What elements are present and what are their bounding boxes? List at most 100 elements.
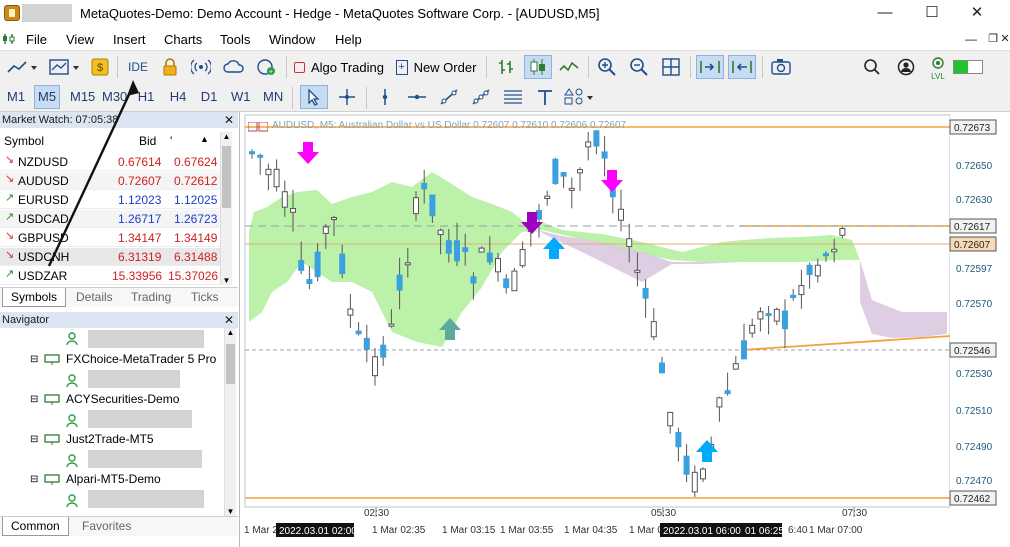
timeframe-d1[interactable]: D1 — [197, 85, 221, 109]
cursor-tool-icon[interactable] — [300, 85, 328, 109]
navigator-server[interactable]: Alpari-MT5-Demo — [66, 472, 161, 486]
maximize-button[interactable]: ☐ — [912, 2, 952, 26]
screenshot-icon[interactable] — [768, 55, 794, 79]
navigator-server[interactable]: Just2Trade-MT5 — [66, 432, 154, 446]
fibonacci-tool-icon[interactable] — [500, 85, 526, 109]
account-icon[interactable] — [894, 55, 918, 79]
time-marker-label: 05:30 — [651, 508, 676, 519]
tree-expand-icon[interactable]: ⊟ — [30, 474, 38, 485]
tab-details[interactable]: Details — [68, 288, 121, 307]
table-row[interactable]: ↘ GBPUSD 1.34147 1.34149 — [0, 229, 220, 247]
close-button[interactable]: ✕ — [957, 2, 997, 26]
tile-windows-icon[interactable] — [658, 55, 684, 79]
autoscroll-icon[interactable] — [696, 55, 724, 79]
table-row[interactable]: ↗ USDZAR 15.33956 15.37026 — [0, 267, 220, 285]
table-row[interactable]: ↗ USDCAD 1.26717 1.26723 — [0, 210, 220, 228]
candle-body — [462, 247, 469, 253]
time-marker-label: 02:30 — [364, 508, 389, 519]
menu-window[interactable]: Window — [269, 32, 315, 47]
menu-help[interactable]: Help — [335, 32, 362, 47]
bid-cell: 6.31319 — [118, 250, 162, 264]
algo-trading-button[interactable]: Algo Trading — [292, 55, 386, 79]
chart-shift-icon[interactable] — [728, 55, 756, 79]
navigator-server[interactable]: FXChoice-MetaTrader 5 Pro — [66, 352, 216, 366]
col-bid[interactable]: Bid — [139, 134, 156, 148]
timeframe-m30[interactable]: M30 — [99, 85, 130, 109]
horizontal-line-tool-icon[interactable] — [404, 85, 430, 109]
col-symbol[interactable]: Symbol — [4, 134, 44, 148]
tab-trading[interactable]: Trading — [123, 288, 179, 307]
table-row[interactable]: ↘ NZDUSD 0.67614 0.67624 — [0, 153, 220, 171]
candle-body — [511, 270, 518, 292]
market-watch-scrollbar[interactable]: ▲ ▼ — [220, 132, 232, 285]
tab-ticks[interactable]: Ticks — [183, 288, 227, 307]
minimize-button[interactable]: — — [865, 2, 905, 26]
scroll-thumb[interactable] — [222, 146, 231, 208]
candle-body — [691, 471, 698, 493]
price-chart[interactable]: 02:30 05:30 07:30 0.72650 0.72630 0.72597 0.72… — [242, 112, 1010, 547]
timeframe-h4[interactable]: H4 — [166, 85, 190, 109]
zoom-out-icon[interactable] — [626, 55, 652, 79]
menu-insert[interactable]: Insert — [113, 32, 146, 47]
tree-expand-icon[interactable]: ⊟ — [30, 434, 38, 445]
tab-symbols[interactable]: Symbols — [2, 288, 67, 307]
scroll-up-icon[interactable]: ▲ — [221, 132, 232, 141]
navigator-server[interactable]: ACYSecurities-Demo — [66, 392, 179, 406]
table-row[interactable]: ↘ USDCNH 6.31319 6.31488 — [0, 248, 220, 266]
col-ask-marker[interactable]: ' — [170, 134, 172, 148]
candlestick-chart-icon[interactable] — [524, 55, 552, 79]
candle-body — [503, 278, 510, 289]
vertical-line-tool-icon[interactable] — [372, 85, 398, 109]
text-tool-icon[interactable] — [532, 85, 558, 109]
market-icon[interactable]: $ — [89, 55, 111, 79]
child-close-button[interactable]: ✕ — [998, 28, 1010, 52]
tree-expand-icon[interactable]: ⊟ — [30, 354, 38, 365]
menu-tools[interactable]: Tools — [220, 32, 250, 47]
child-minimize-button[interactable]: — — [960, 28, 982, 52]
zoom-in-icon[interactable] — [594, 55, 620, 79]
timeframe-m15[interactable]: M15 — [67, 85, 98, 109]
line-chart-icon[interactable] — [557, 55, 581, 79]
menu-file[interactable]: File — [26, 32, 47, 47]
ide-button[interactable]: IDE — [123, 55, 153, 79]
profiles-icon[interactable] — [46, 55, 82, 79]
chart-menu-icon[interactable] — [2, 33, 16, 45]
new-chart-icon[interactable] — [4, 55, 40, 79]
lvl-icon[interactable]: LVL — [928, 57, 948, 81]
scroll-thumb[interactable] — [226, 344, 235, 384]
scroll-up-icon[interactable]: ▲ — [225, 328, 236, 337]
navigator-scrollbar[interactable]: ▲ ▼ — [224, 328, 236, 516]
timeframe-m5[interactable]: M5 — [34, 85, 61, 109]
tree-expand-icon[interactable]: ⊟ — [30, 394, 38, 405]
timeframe-w1[interactable]: W1 — [228, 85, 254, 109]
table-row[interactable]: ↘ AUDUSD 0.72607 0.72612 — [0, 172, 220, 190]
menu-view[interactable]: View — [66, 32, 94, 47]
crosshair-tool-icon[interactable] — [334, 85, 360, 109]
ask-cell: 1.26723 — [174, 212, 218, 226]
chart-window[interactable]: 02:30 05:30 07:30 0.72650 0.72630 0.72597 0.72… — [242, 112, 1010, 547]
menu-charts[interactable]: Charts — [164, 32, 202, 47]
shapes-tool-icon[interactable] — [562, 85, 598, 109]
vps-icon[interactable]: + — [254, 55, 280, 79]
scroll-down-icon[interactable]: ▼ — [221, 276, 232, 285]
bar-chart-icon[interactable] — [494, 55, 518, 79]
close-icon[interactable]: ✕ — [224, 312, 234, 328]
search-icon[interactable] — [860, 55, 884, 79]
table-row[interactable]: ↗ EURUSD 1.12023 1.12025 — [0, 191, 220, 209]
lock-icon[interactable] — [158, 55, 182, 79]
tab-common[interactable]: Common — [2, 517, 69, 536]
candle-body — [486, 252, 493, 263]
tab-favorites[interactable]: Favorites — [74, 517, 139, 536]
close-icon[interactable]: ✕ — [224, 112, 234, 128]
signal-icon[interactable] — [189, 55, 213, 79]
channel-tool-icon[interactable] — [468, 85, 494, 109]
cloud-icon[interactable] — [221, 55, 247, 79]
timeframe-h1[interactable]: H1 — [134, 85, 158, 109]
new-order-button[interactable]: + New Order — [394, 55, 478, 79]
scroll-down-icon[interactable]: ▼ — [225, 507, 236, 516]
timeframe-mn[interactable]: MN — [260, 85, 286, 109]
candle-body — [470, 276, 477, 284]
timeframe-m1[interactable]: M1 — [4, 85, 28, 109]
trendline-tool-icon[interactable] — [436, 85, 462, 109]
chart-menu-icon[interactable] — [247, 121, 269, 132]
